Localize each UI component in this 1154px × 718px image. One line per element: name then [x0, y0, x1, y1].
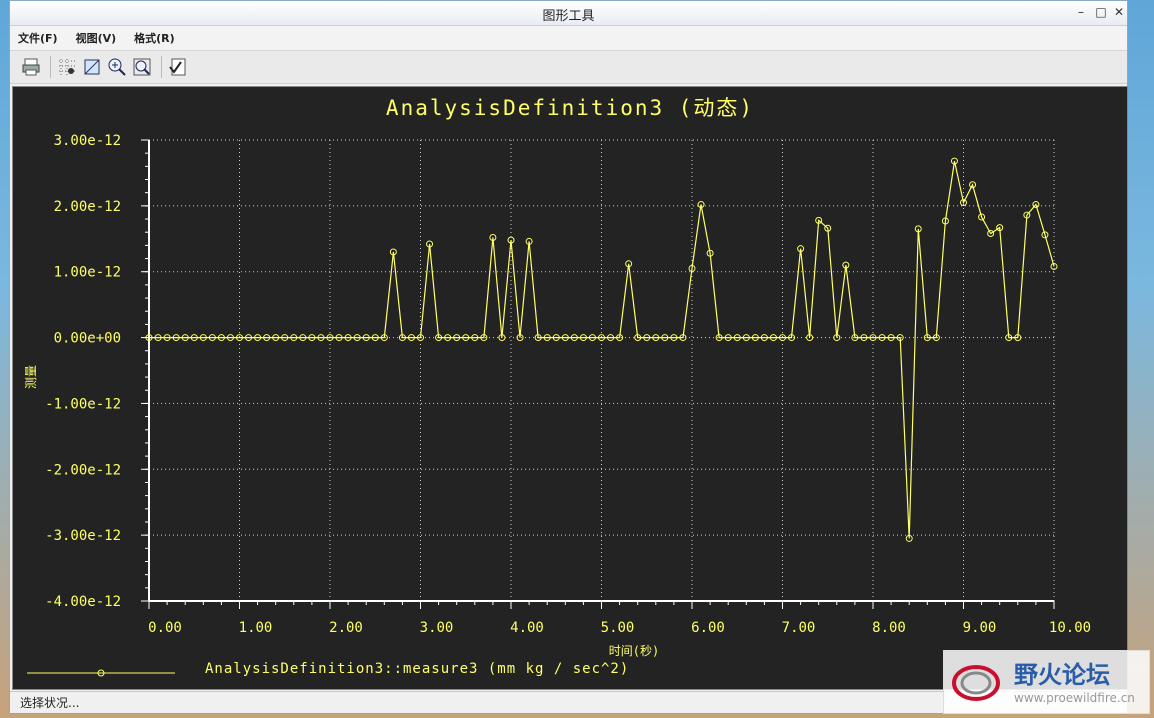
y-tick-label: 3.00e-12	[54, 133, 121, 149]
x-tick-labels: 0.00 1.00 2.00 3.00 4.00 5.00 6.00 7.00 8.00 9.00…	[148, 620, 1091, 636]
y-tick-labels: 3.00e-12 2.00e-12 1.00e-12 0.00e+00 -1.00e-1…	[45, 133, 121, 610]
x-tick-label: 6.00	[691, 620, 725, 636]
toolbar-separator	[50, 56, 51, 78]
x-tick-label: 8.00	[872, 620, 906, 636]
x-tick-label: 10.00	[1049, 620, 1091, 636]
y-tick-label: 2.00e-12	[54, 199, 121, 215]
maximize-button[interactable]: □	[1092, 4, 1110, 20]
menu-bar: 文件(F) 视图(V) 格式(R)	[10, 26, 1127, 50]
y-tick-label: 0.00e+00	[54, 331, 121, 347]
x-tick-label: 9.00	[963, 620, 997, 636]
x-tick-label: 1.00	[239, 620, 273, 636]
watermark-logo: 野火论坛 www.proewildfire.cn	[943, 650, 1150, 714]
y-tick-label: -4.00e-12	[45, 594, 121, 610]
toolbar-separator	[161, 56, 162, 78]
legend-label: AnalysisDefinition3::measure3 (mm kg / s…	[205, 661, 629, 677]
window-title: 图形工具	[542, 9, 595, 24]
x-axis-label: 时间(秒)	[609, 644, 659, 658]
chart-axes	[141, 139, 1055, 609]
y-tick-label: 1.00e-12	[54, 265, 121, 281]
toolbar	[10, 50, 1127, 84]
zoom-in-icon[interactable]	[106, 56, 128, 78]
x-tick-label: 0.00	[148, 620, 182, 636]
graph-tool-window: 图形工具 – □ ✕ 文件(F) 视图(V) 格式(R) AnalysisDef…	[9, 0, 1128, 714]
x-tick-label: 4.00	[510, 620, 544, 636]
x-tick-label: 3.00	[420, 620, 454, 636]
logo-icon	[952, 665, 1000, 701]
x-tick-label: 5.00	[601, 620, 635, 636]
series-points	[145, 157, 1058, 542]
minimize-button[interactable]: –	[1072, 4, 1090, 20]
plot-area[interactable]: AnalysisDefinition3 (动态) 3.00e-12 2.00e-1…	[12, 86, 1128, 690]
chart-title: AnalysisDefinition3 (动态)	[386, 96, 754, 120]
watermark-url: www.proewildfire.cn	[1014, 691, 1135, 705]
close-button[interactable]: ✕	[1110, 4, 1128, 20]
print-icon[interactable]	[20, 56, 42, 78]
y-tick-label: -2.00e-12	[45, 462, 121, 478]
menu-format[interactable]: 格式(R)	[134, 30, 175, 46]
title-bar: 图形工具 – □ ✕	[10, 1, 1127, 26]
x-tick-label: 2.00	[329, 620, 363, 636]
menu-view[interactable]: 视图(V)	[76, 30, 117, 46]
series-line	[149, 160, 1055, 539]
check-icon[interactable]	[167, 56, 189, 78]
chart-grid	[148, 139, 1055, 602]
x-tick-label: 7.00	[782, 620, 816, 636]
zoom-fit-icon[interactable]	[131, 56, 153, 78]
y-tick-label: -3.00e-12	[45, 528, 121, 544]
chart-svg: AnalysisDefinition3 (动态) 3.00e-12 2.00e-1…	[24, 96, 1091, 677]
watermark-title: 野火论坛	[1014, 661, 1110, 689]
y-tick-label: -1.00e-12	[45, 396, 121, 412]
grid-icon[interactable]	[56, 56, 78, 78]
view-icon[interactable]	[81, 56, 103, 78]
menu-file[interactable]: 文件(F)	[18, 30, 58, 46]
y-axis-label: 测量	[24, 365, 38, 389]
